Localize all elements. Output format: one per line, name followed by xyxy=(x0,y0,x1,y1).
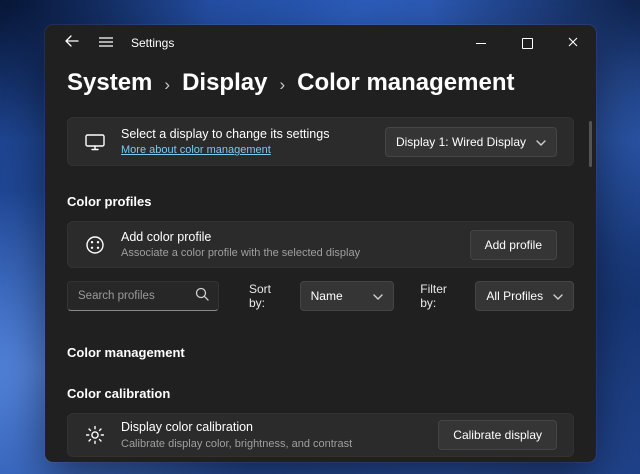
profiles-controls-row: Sort by: Name Filter by: All Profiles xyxy=(67,281,574,311)
nav-menu-button[interactable] xyxy=(89,28,123,58)
display-select-title: Select a display to change its settings xyxy=(121,126,330,141)
calibration-title: Display color calibration xyxy=(121,420,254,435)
monitor-icon xyxy=(84,133,106,151)
sort-by-label: Sort by: xyxy=(249,282,272,310)
scrollbar-thumb[interactable] xyxy=(589,121,592,167)
chevron-down-icon xyxy=(536,135,546,149)
page-title: Color management xyxy=(297,69,515,96)
calibration-subtitle: Calibrate display color, brightness, and… xyxy=(121,437,353,450)
breadcrumb-display[interactable]: Display xyxy=(182,69,267,97)
back-arrow-icon xyxy=(65,34,79,52)
filter-dropdown-value: All Profiles xyxy=(486,289,544,303)
breadcrumb-separator: › xyxy=(279,75,286,94)
color-management-heading: Color management xyxy=(67,345,185,360)
calibrate-display-button[interactable]: Calibrate display xyxy=(438,420,557,450)
add-color-profile-subtitle: Associate a color profile with the selec… xyxy=(121,247,361,260)
maximize-icon xyxy=(521,37,533,49)
search-box xyxy=(67,281,219,311)
filter-by-label: Filter by: xyxy=(420,282,447,310)
window-title: Settings xyxy=(131,36,175,50)
breadcrumb-separator: › xyxy=(164,75,171,94)
search-icon xyxy=(195,287,209,306)
display-dropdown-value: Display 1: Wired Display xyxy=(395,134,526,149)
add-profile-button-label: Add profile xyxy=(484,237,542,252)
back-button[interactable] xyxy=(55,28,89,58)
display-select-card: Select a display to change its settings … xyxy=(67,117,574,166)
hamburger-icon xyxy=(99,34,113,52)
close-button[interactable] xyxy=(550,25,596,61)
display-dropdown[interactable]: Display 1: Wired Display xyxy=(384,126,557,157)
sort-dropdown-value: Name xyxy=(310,289,343,303)
color-calibration-heading: Color calibration xyxy=(67,386,171,401)
display-color-calibration-card: Display color calibration Calibrate disp… xyxy=(67,413,574,457)
page-content: System › Display › Color management Sele… xyxy=(45,69,596,457)
more-about-color-management-link[interactable]: More about color management xyxy=(121,144,329,156)
brightness-sun-icon xyxy=(84,425,106,445)
color-profiles-heading: Color profiles xyxy=(67,194,152,209)
minimize-button[interactable] xyxy=(458,25,504,61)
window-controls xyxy=(458,25,596,61)
add-color-profile-title: Add color profile xyxy=(121,229,212,244)
close-icon xyxy=(568,34,578,52)
filter-dropdown[interactable]: All Profiles xyxy=(475,281,574,311)
add-color-profile-card: Add color profile Associate a color prof… xyxy=(67,221,574,268)
minimize-icon xyxy=(476,42,486,44)
color-profile-icon xyxy=(84,235,106,255)
breadcrumb: System › Display › Color management xyxy=(67,69,574,97)
chevron-down-icon xyxy=(373,289,383,303)
breadcrumb-system[interactable]: System xyxy=(67,69,152,97)
maximize-button[interactable] xyxy=(504,25,550,61)
settings-window: Settings System › Display › Color manage… xyxy=(45,25,596,462)
sort-dropdown[interactable]: Name xyxy=(299,281,395,311)
add-profile-button[interactable]: Add profile xyxy=(469,229,557,260)
search-input[interactable] xyxy=(78,290,195,302)
calibrate-display-button-label: Calibrate display xyxy=(453,428,542,442)
chevron-down-icon xyxy=(553,289,563,303)
titlebar: Settings xyxy=(45,25,596,61)
